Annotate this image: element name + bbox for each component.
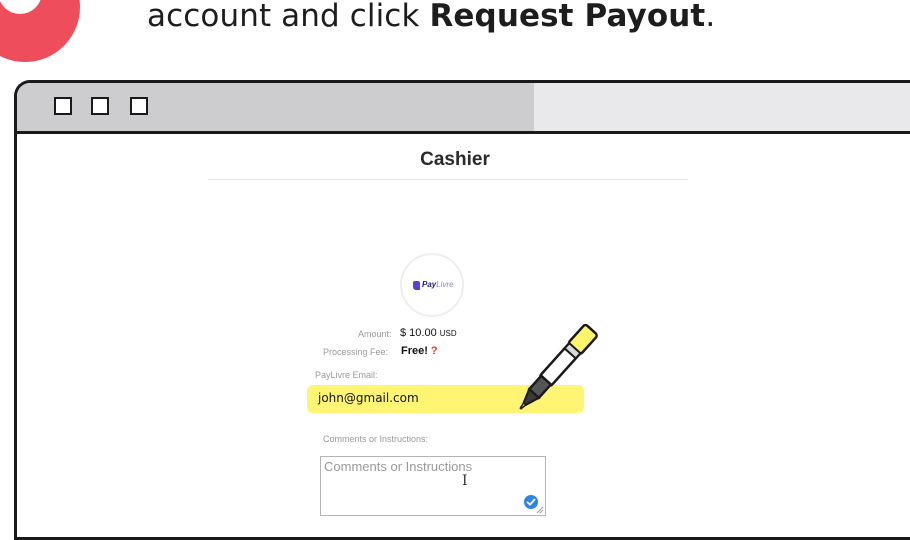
paylivre-logo-text: PayLivre (422, 280, 454, 289)
amount-label: Amount: (358, 329, 392, 339)
amount-value: $ 10.00 (400, 327, 437, 339)
text-cursor-icon: I (462, 473, 468, 489)
titlebar-extension (534, 83, 910, 131)
window-button-1[interactable] (54, 97, 72, 115)
window-button-3[interactable] (130, 97, 148, 115)
paylivre-logo-mark (413, 281, 420, 290)
amount-currency: USD (439, 329, 457, 338)
paylivre-logo-icon: PayLivre (400, 253, 464, 317)
logo-brand-light: Livre (436, 280, 454, 289)
cashier-title: Cashier (420, 149, 490, 170)
title-divider (208, 179, 688, 180)
step-instruction: account and click Request Payout. (147, 0, 715, 34)
window-button-2[interactable] (91, 97, 109, 115)
amount-value-row: $ 10.00 USD (400, 327, 457, 339)
fee-help-icon[interactable]: ? (431, 345, 438, 357)
resize-handle-icon[interactable] (536, 506, 544, 514)
instruction-prefix: account and click (147, 0, 430, 34)
email-label: PayLivre Email: (315, 370, 378, 380)
fee-value-row: Free!? (401, 345, 438, 357)
instruction-bold: Request Payout (429, 0, 706, 34)
window-titlebar (17, 83, 910, 134)
step-number-badge (0, 0, 80, 62)
highlighter-marker-icon (519, 323, 598, 410)
logo-brand-bold: Pay (422, 280, 437, 289)
comments-label: Comments or Instructions: (323, 434, 429, 444)
email-input[interactable]: john@gmail.com (318, 391, 419, 405)
fee-value: Free! (401, 345, 428, 357)
fee-label: Processing Fee: (323, 347, 389, 357)
comments-textarea[interactable] (320, 456, 546, 516)
instruction-suffix: . (705, 0, 716, 34)
